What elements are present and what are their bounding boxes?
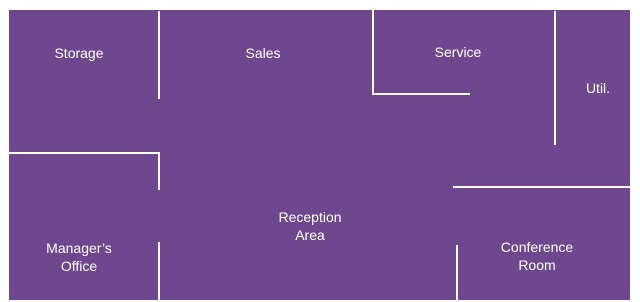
room-label-conference-line-1: Conference — [500, 239, 574, 255]
room-label-managers-office-line-1: Manager’s — [46, 240, 112, 256]
room-label-storage: Storage — [29, 44, 129, 62]
room-label-service-text: Service — [434, 44, 482, 60]
room-label-managers-office-line-2: Office — [60, 258, 98, 274]
room-label-conference-line-2: Room — [518, 257, 556, 273]
room-label-managers-office: Manager’s Office — [29, 239, 129, 275]
room-label-sales: Sales — [213, 44, 313, 62]
room-label-reception-line-1: Reception — [278, 209, 342, 225]
room-label-reception: Reception Area — [250, 208, 370, 244]
room-label-sales-text: Sales — [245, 45, 281, 61]
room-label-service: Service — [408, 43, 508, 61]
room-label-conference: Conference Room — [477, 238, 597, 274]
room-label-reception-line-2: Area — [295, 227, 325, 243]
room-label-util: Util. — [571, 79, 625, 97]
room-label-util-text: Util. — [585, 80, 611, 96]
floor-plan: Storage Sales Service Util. Reception Ar… — [9, 10, 630, 300]
room-label-storage-text: Storage — [54, 45, 104, 61]
